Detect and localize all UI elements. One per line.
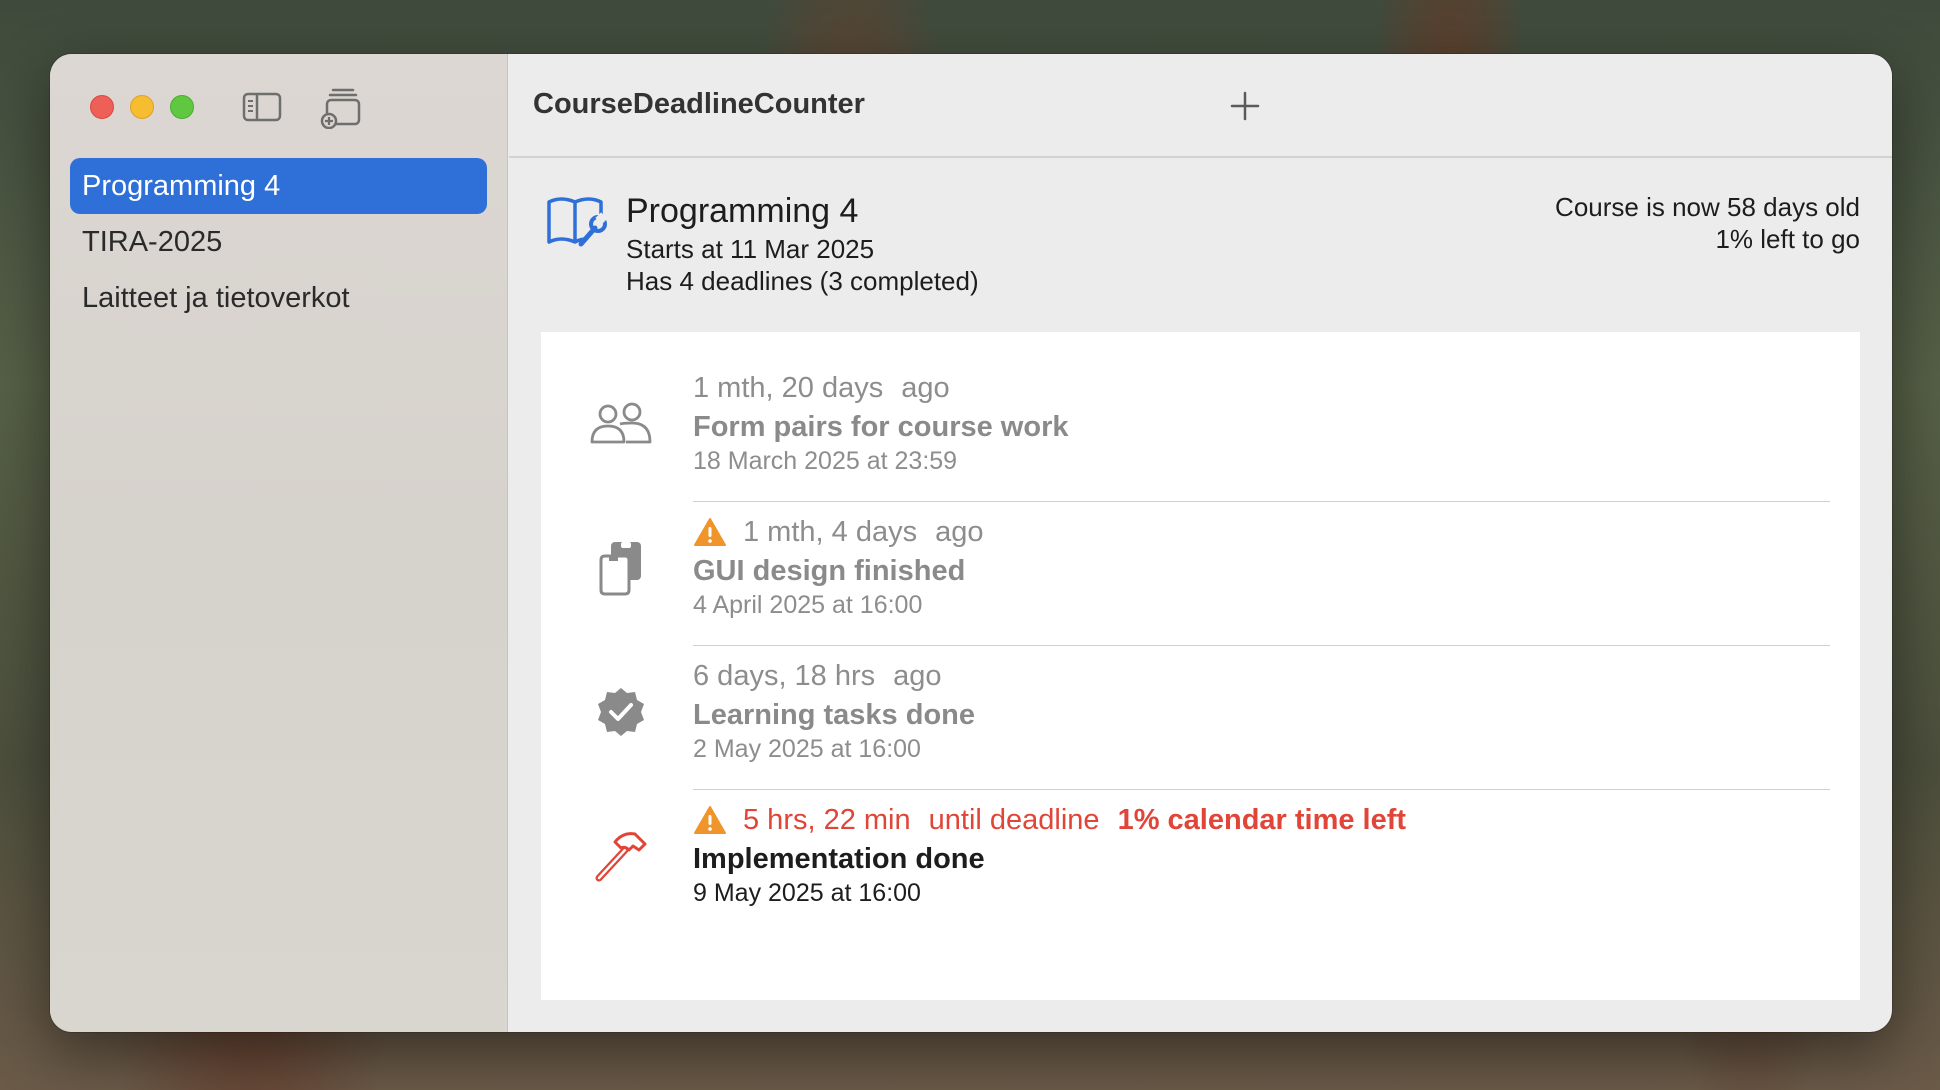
deadline-title: Implementation done: [693, 843, 985, 875]
time-suffix: ago: [935, 515, 984, 548]
documents-icon: [585, 532, 657, 604]
new-course-button[interactable]: [317, 84, 365, 130]
course-list: Programming 4 TIRA-2025 Laitteet ja tiet…: [70, 158, 487, 326]
deadline-title: Learning tasks done: [693, 699, 976, 731]
app-window: Programming 4 TIRA-2025 Laitteet ja tiet…: [50, 54, 1892, 1032]
close-window-button[interactable]: [90, 95, 114, 119]
deadline-date: 4 April 2025 at 16:00: [693, 591, 923, 619]
time-remaining: 6 days, 18 hrs: [693, 659, 876, 692]
sidebar-item-laitteet[interactable]: Laitteet ja tietoverkot: [70, 270, 487, 326]
deadline-list: 1 mth, 20 days ago Form pairs for course…: [541, 332, 1860, 1000]
deadline-row[interactable]: 6 days, 18 hrs ago Learning tasks done 2…: [541, 646, 1860, 790]
deadline-title: GUI design finished: [693, 555, 966, 587]
course-age: Course is now 58 days old: [1555, 192, 1860, 222]
time-suffix: ago: [901, 371, 950, 404]
sidebar-toggle-button[interactable]: [238, 84, 286, 130]
app-title: CourseDeadlineCounter: [533, 88, 865, 120]
sidebar-toggle-icon: [242, 92, 282, 122]
sidebar: Programming 4 TIRA-2025 Laitteet ja tiet…: [50, 54, 508, 1032]
plus-icon: [1230, 91, 1260, 121]
calendar-time-left: 1% calendar time left: [1117, 803, 1407, 836]
book-wrench-icon: [545, 192, 609, 253]
time-suffix: ago: [893, 659, 942, 692]
time-remaining: 1 mth, 20 days: [693, 371, 884, 404]
course-header: Programming 4 Starts at 11 Mar 2025 Has …: [509, 158, 1892, 318]
hammer-icon: [585, 820, 657, 892]
deadline-title: Form pairs for course work: [693, 411, 1069, 443]
time-remaining: 1 mth, 4 days: [743, 515, 918, 548]
deadline-date: 2 May 2025 at 16:00: [693, 735, 921, 763]
course-start-date: Starts at 11 Mar 2025: [626, 234, 875, 264]
toolbar: CourseDeadlineCounter: [509, 54, 1892, 158]
sidebar-item-tira-2025[interactable]: TIRA-2025: [70, 214, 487, 270]
course-title: Programming 4: [626, 192, 859, 230]
sidebar-item-programming-4[interactable]: Programming 4: [70, 158, 487, 214]
warning-icon: [693, 517, 727, 547]
maximize-window-button[interactable]: [170, 95, 194, 119]
add-deadline-button[interactable]: [1223, 84, 1267, 128]
checkmark-seal-icon: [585, 676, 657, 748]
deadline-row[interactable]: 5 hrs, 22 min until deadline 1% calendar…: [541, 790, 1860, 934]
add-stack-icon: [320, 88, 361, 129]
course-deadline-count: Has 4 deadlines (3 completed): [626, 266, 979, 296]
course-time-left: 1% left to go: [1715, 224, 1860, 254]
time-remaining: 5 hrs, 22 min: [743, 803, 911, 836]
deadline-row[interactable]: 1 mth, 4 days ago GUI design finished 4 …: [541, 502, 1860, 646]
people-icon: [585, 388, 657, 460]
warning-icon: [693, 805, 727, 835]
deadline-date: 18 March 2025 at 23:59: [693, 447, 958, 475]
deadline-row[interactable]: 1 mth, 20 days ago Form pairs for course…: [541, 358, 1860, 502]
deadline-date: 9 May 2025 at 16:00: [693, 879, 921, 907]
detail-pane: CourseDeadlineCounter Programming 4 Star…: [509, 54, 1892, 1032]
minimize-window-button[interactable]: [130, 95, 154, 119]
time-suffix: until deadline: [928, 803, 1100, 836]
